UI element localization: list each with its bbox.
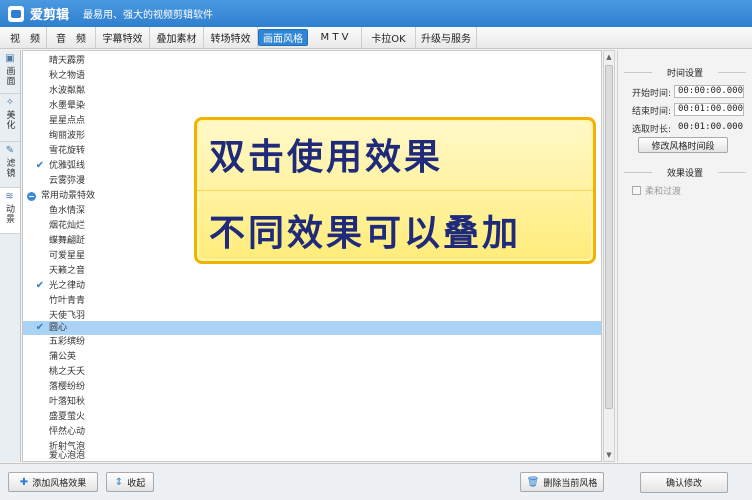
tip-line-stackable: 不同效果可以叠加 (209, 213, 522, 254)
app-name: 爱剪辑 (30, 8, 70, 23)
tab-video[interactable]: 视 频 (4, 27, 47, 48)
list-item[interactable]: 叶落知秋 (23, 396, 601, 408)
category-side-tabs: ▣ 画面 ✧ 美化 ✎ 滤镜 ≋ 动景 (0, 50, 21, 462)
trash-icon: 🗑 (526, 476, 540, 488)
list-item[interactable]: 秋之物语 (23, 70, 601, 82)
collapse-icon[interactable] (27, 191, 36, 201)
time-settings-title: 时间设置 (618, 66, 752, 79)
modify-segment-button[interactable]: 修改风格时间段 (638, 137, 728, 153)
list-item[interactable]: ✔ 光之律动 (23, 280, 601, 292)
tab-upgrade-service[interactable]: 升级与服务 (416, 27, 477, 48)
sidetab-dynamic-scene[interactable]: ≋ 动景 (0, 188, 20, 234)
add-style-button[interactable]: ✚ 添加风格效果 (8, 472, 98, 492)
list-item[interactable]: 天籁之音 (23, 265, 601, 277)
tip-line-double-click: 双击使用效果 (209, 137, 444, 178)
list-item[interactable]: 竹叶青青 (23, 295, 601, 307)
scroll-thumb[interactable] (605, 65, 613, 409)
add-effect-icon: ✚ (19, 476, 29, 488)
start-time-input[interactable]: 00:00:00.000 (674, 85, 744, 98)
scroll-down-arrow-icon[interactable]: ▼ (604, 449, 614, 461)
brush-icon: ✎ (5, 145, 15, 156)
tab-karaoke[interactable]: 卡拉OK (362, 27, 416, 48)
tab-mtv[interactable]: M T V (308, 27, 362, 48)
tab-subtitle-effects[interactable]: 字幕特效 (96, 27, 150, 48)
sidetab-beautify[interactable]: ✧ 美化 (0, 94, 20, 142)
tab-picture-style[interactable]: 画面风格 (258, 29, 308, 46)
duration-label: 选取时长: (632, 125, 672, 135)
list-item[interactable]: 蒲公英 (23, 351, 601, 363)
list-item[interactable]: 爱心泡泡 (23, 450, 601, 461)
start-time-label: 开始时间: (632, 89, 672, 99)
sidetab-picture[interactable]: ▣ 画面 (0, 50, 20, 94)
list-item[interactable]: ✔ 圆心 (23, 321, 601, 335)
wave-icon: ≋ (5, 191, 14, 202)
collapse-button[interactable]: ⇕ 收起 (106, 472, 154, 492)
magic-wand-icon: ✧ (5, 97, 15, 108)
settings-panel: 时间设置 开始时间: 00:00:00.000 结束时间: 00:01:00.0… (617, 50, 752, 462)
delete-style-button[interactable]: 🗑 删除当前风格 (520, 472, 604, 492)
list-item[interactable]: 水墨晕染 (23, 100, 601, 112)
bottom-toolbar: ✚ 添加风格效果 ⇕ 收起 🗑 删除当前风格 确认修改 (0, 463, 752, 500)
duration-value: 00:01:00.000 (678, 122, 744, 132)
tip-overlay: 双击使用效果 不同效果可以叠加 (194, 117, 596, 264)
end-time-label: 结束时间: (632, 107, 672, 117)
end-time-input[interactable]: 00:01:00.000 (674, 103, 744, 116)
list-item[interactable]: 怦然心动 (23, 426, 601, 438)
scroll-up-arrow-icon[interactable]: ▲ (604, 51, 614, 63)
check-icon: ✔ (35, 322, 45, 333)
tab-audio[interactable]: 音 频 (47, 27, 96, 48)
list-item[interactable]: 晴天霹雳 (23, 55, 601, 67)
list-item[interactable]: 水波粼粼 (23, 85, 601, 97)
app-slogan: 最易用、强大的视频剪辑软件 (83, 10, 214, 21)
smooth-transition-checkbox[interactable]: 柔和过渡 (632, 184, 681, 197)
tip-divider (197, 190, 593, 191)
list-item[interactable]: 落樱纷纷 (23, 381, 601, 393)
tab-transition-effects[interactable]: 转场特效 (204, 27, 258, 48)
picture-icon: ▣ (5, 53, 15, 64)
list-item[interactable]: 桃之夭夭 (23, 366, 601, 378)
title-bar: 爱剪辑 最易用、强大的视频剪辑软件 (0, 0, 752, 27)
list-item[interactable]: 盛夏萤火 (23, 411, 601, 423)
collapse-arrows-icon: ⇕ (114, 476, 124, 488)
effect-settings-title: 效果设置 (618, 166, 752, 179)
app-logo-icon (8, 5, 24, 22)
check-icon: ✔ (35, 280, 45, 291)
tab-overlay-material[interactable]: 叠加素材 (150, 27, 204, 48)
list-item[interactable]: 五彩缤纷 (23, 336, 601, 348)
sidetab-filter[interactable]: ✎ 滤镜 (0, 142, 20, 188)
list-scrollbar[interactable]: ▲ ▼ (603, 50, 615, 462)
confirm-modify-button[interactable]: 确认修改 (640, 472, 728, 493)
main-menu-tabs: 视 频 音 频 字幕特效 叠加素材 转场特效 画面风格 M T V 卡拉OK 升… (0, 27, 752, 49)
check-icon: ✔ (35, 160, 45, 171)
checkbox-icon[interactable] (632, 186, 641, 195)
